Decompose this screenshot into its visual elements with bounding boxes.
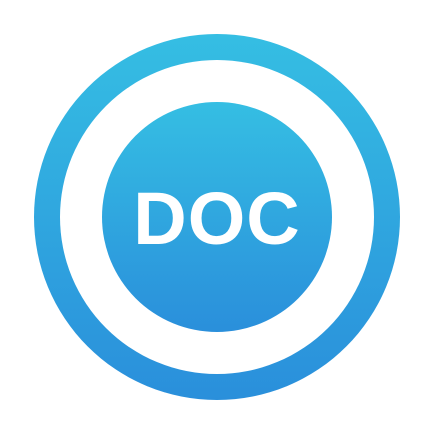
- app-icon-canvas: DOC: [0, 0, 434, 434]
- doc-app-icon[interactable]: DOC: [0, 0, 434, 434]
- doc-label: DOC: [133, 177, 300, 260]
